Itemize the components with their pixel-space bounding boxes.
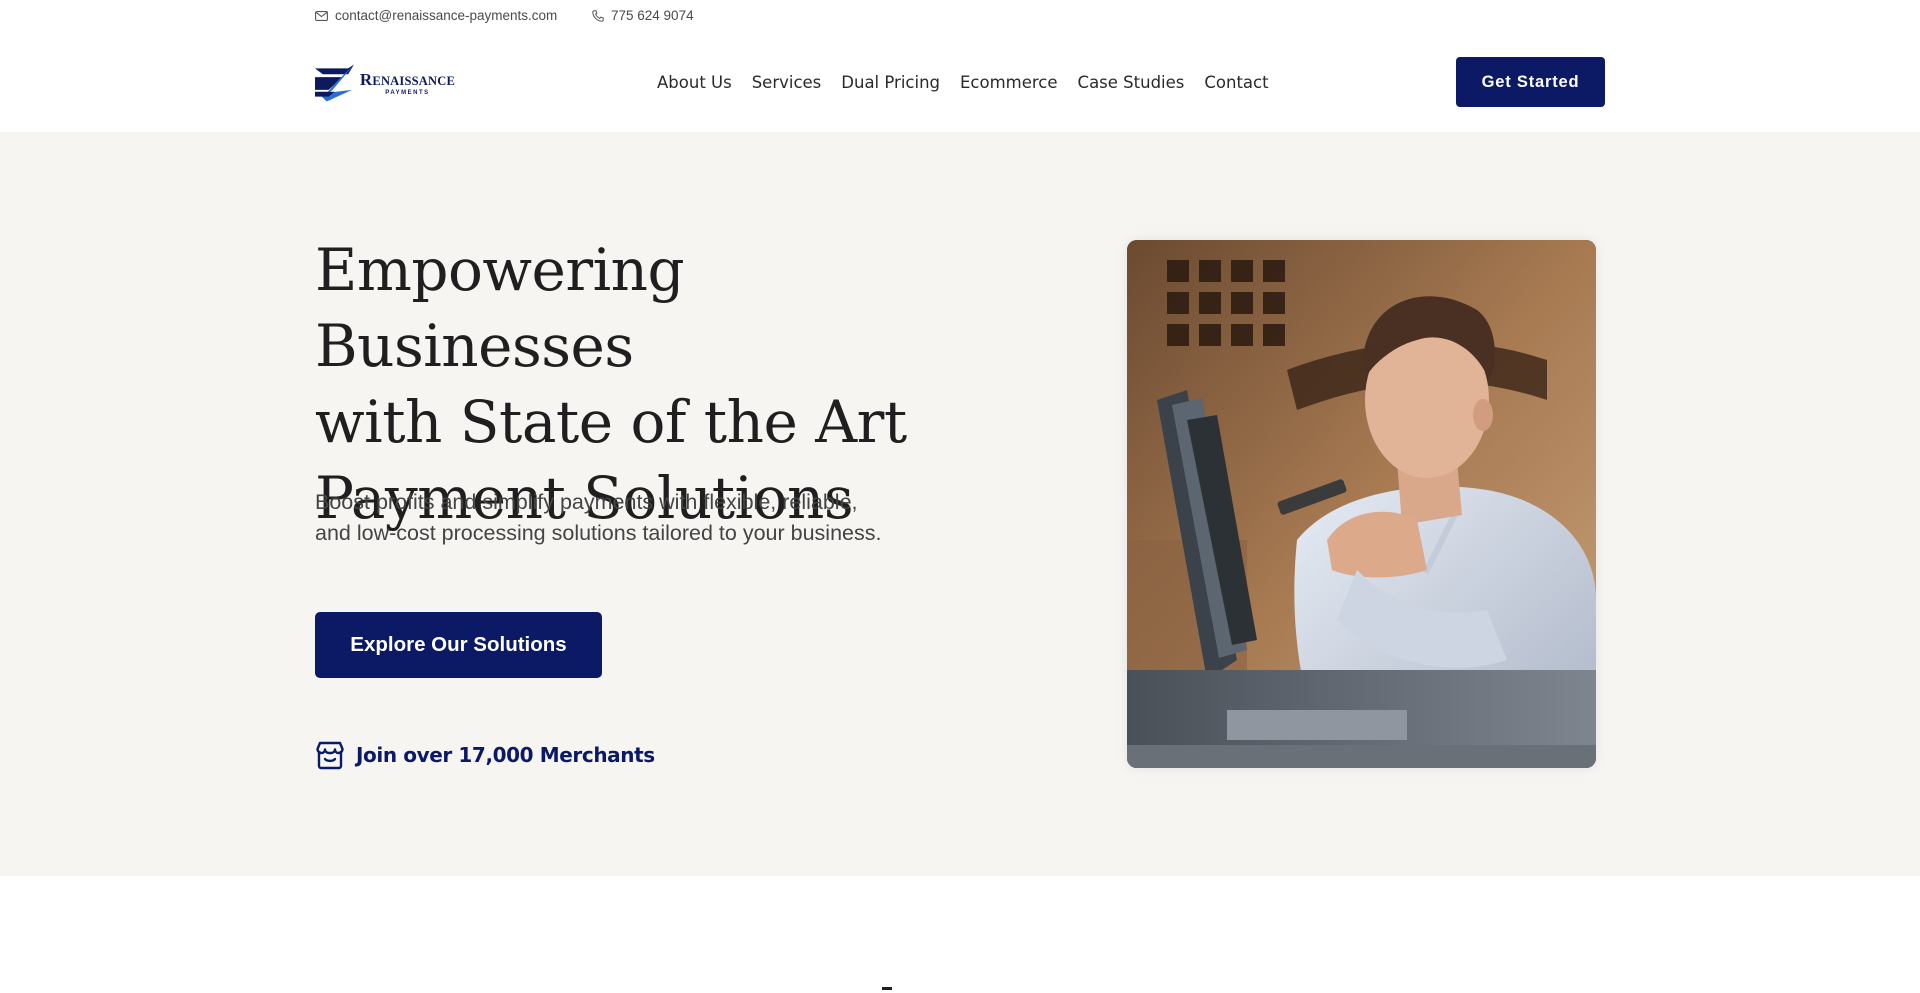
contact-email-text: contact@renaissance-payments.com	[335, 8, 558, 23]
merchants-text: Join over 17,000 Merchants	[356, 743, 655, 767]
contact-email[interactable]: contact@renaissance-payments.com	[315, 8, 557, 23]
nav-dual-pricing[interactable]: Dual Pricing	[841, 71, 940, 95]
get-started-button[interactable]: Get Started	[1456, 57, 1605, 107]
logo-wordmark: RENAISSANCE	[359, 69, 455, 89]
main-nav: About Us Services Dual Pricing Ecommerce…	[657, 71, 1269, 95]
phone-icon	[592, 9, 604, 22]
hero-lead-line: Boost profits and simplify payments with…	[315, 490, 858, 514]
site-header: RENAISSANCE PAYMENTS About Us Services D…	[0, 32, 1920, 132]
hero-lead-line: and low-cost processing solutions tailor…	[315, 521, 882, 545]
hero-title-line: with State of the Art	[315, 388, 907, 456]
logo[interactable]: RENAISSANCE PAYMENTS	[315, 62, 455, 104]
hero-lead: Boost profits and simplify payments with…	[315, 487, 915, 549]
mail-icon	[315, 10, 328, 21]
merchants-callout: Join over 17,000 Merchants	[315, 740, 655, 770]
logo-subtitle: PAYMENTS	[385, 89, 430, 96]
nav-about-us[interactable]: About Us	[657, 71, 732, 95]
nav-case-studies[interactable]: Case Studies	[1078, 71, 1185, 95]
logo-text: RENAISSANCE PAYMENTS	[360, 71, 455, 96]
nav-services[interactable]: Services	[752, 71, 822, 95]
hero-section: Empowering Businesses with State of the …	[0, 132, 1920, 876]
hero-title-line: Empowering Businesses	[315, 236, 685, 380]
contact-phone-text: 775 624 9074	[611, 8, 694, 23]
top-contact-bar: contact@renaissance-payments.com 775 624…	[0, 0, 1920, 32]
explore-solutions-button[interactable]: Explore Our Solutions	[315, 612, 602, 678]
logo-mark-icon	[315, 64, 354, 102]
hero-photo	[1127, 240, 1596, 768]
nav-ecommerce[interactable]: Ecommerce	[960, 71, 1058, 95]
contact-phone[interactable]: 775 624 9074	[592, 8, 694, 23]
nav-contact[interactable]: Contact	[1204, 71, 1268, 95]
next-section	[0, 876, 1920, 993]
section-heading-fragment	[882, 987, 892, 990]
storefront-icon	[316, 741, 344, 770]
